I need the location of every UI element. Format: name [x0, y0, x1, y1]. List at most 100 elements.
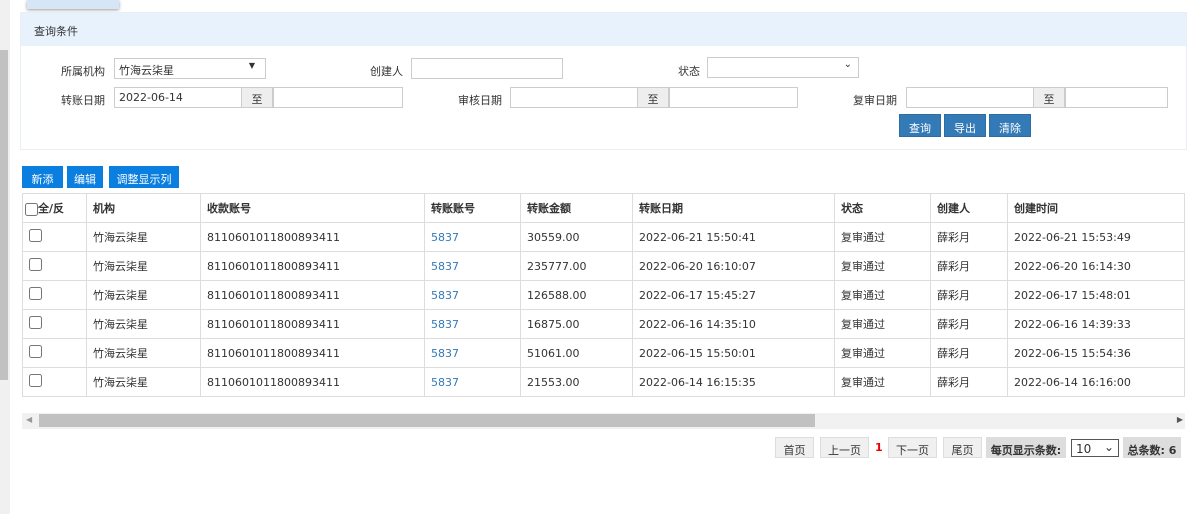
table-cell[interactable]: 5837 [424, 251, 521, 281]
column-header-label: 机构 [93, 202, 115, 215]
select-all-checkbox[interactable] [25, 202, 38, 216]
column-header-label: 收款账号 [207, 202, 251, 215]
transfer-date-to[interactable] [273, 87, 403, 108]
creator-label: 创建人 [370, 65, 403, 78]
recheck-date-label: 复审日期 [853, 94, 897, 107]
column-header-label: 转账日期 [639, 202, 683, 215]
top-tab[interactable] [27, 0, 119, 9]
checkbox-cell [22, 280, 87, 310]
table-cell: 16875.00 [520, 309, 633, 339]
table-cell: 复审通过 [834, 280, 931, 310]
table-cell: 竹海云柒星 [86, 367, 201, 397]
transfer-date-from[interactable]: 2022-06-14 [114, 87, 242, 108]
data-table: 全/反 机构 收款账号 转账账号 转账金额 转账日期 状态 创建人 创建时间 竹海云柒星 8110… [22, 193, 1185, 397]
table-cell: 竹海云柒星 [86, 309, 201, 339]
horizontal-scrollbar[interactable]: ◀ ▶ [22, 413, 1185, 429]
table-cell: 竹海云柒星 [86, 222, 201, 252]
to-label: 至 [241, 87, 273, 108]
row-checkbox[interactable] [29, 345, 42, 358]
table-row[interactable]: 竹海云柒星 8110601011800893411 5837 30559.00 2022… [22, 222, 1185, 252]
table-cell: 2022-06-16 14:39:33 [1007, 309, 1185, 339]
column-header: 状态 [834, 193, 931, 223]
column-header: 全/反 [22, 193, 87, 223]
scrollbar-thumb[interactable] [39, 414, 815, 427]
export-button[interactable]: 导出 [944, 114, 986, 137]
column-header-label: 创建人 [937, 202, 970, 215]
table-cell: 薛彩月 [930, 367, 1008, 397]
table-cell: 8110601011800893411 [200, 280, 425, 310]
table-cell: 2022-06-16 14:35:10 [632, 309, 835, 339]
column-header: 收款账号 [200, 193, 425, 223]
table-cell: 复审通过 [834, 367, 931, 397]
column-header: 机构 [86, 193, 201, 223]
per-page-select[interactable]: 10 ⌄ [1071, 439, 1119, 457]
table-cell: 2022-06-20 16:10:07 [632, 251, 835, 281]
table-cell[interactable]: 5837 [424, 338, 521, 368]
recheck-date-from[interactable] [906, 87, 1034, 108]
org-select[interactable]: 竹海云柒星 ▼ [114, 58, 266, 79]
review-date-to[interactable] [669, 87, 798, 108]
checkbox-cell [22, 309, 87, 339]
row-checkbox[interactable] [29, 258, 42, 271]
table-cell: 21553.00 [520, 367, 633, 397]
total-count: 总条数: 6 [1123, 437, 1181, 458]
creator-input[interactable] [411, 58, 563, 79]
column-header-label: 转账金额 [527, 202, 571, 215]
prev-page-button[interactable]: 上一页 [820, 437, 869, 458]
table-cell: 薛彩月 [930, 251, 1008, 281]
table-row[interactable]: 竹海云柒星 8110601011800893411 5837 21553.00 2022… [22, 367, 1185, 397]
table-cell[interactable]: 5837 [424, 309, 521, 339]
row-checkbox[interactable] [29, 229, 42, 242]
per-page-label: 每页显示条数: [986, 437, 1066, 458]
chevron-down-icon: ⌄ [843, 59, 852, 70]
row-checkbox[interactable] [29, 374, 42, 387]
query-panel-title: 查询条件 [21, 13, 1186, 46]
table-cell: 30559.00 [520, 222, 633, 252]
table-cell: 竹海云柒星 [86, 338, 201, 368]
table-cell[interactable]: 5837 [424, 367, 521, 397]
table-cell: 薛彩月 [930, 280, 1008, 310]
table-cell: 2022-06-21 15:50:41 [632, 222, 835, 252]
last-page-button[interactable]: 尾页 [943, 437, 982, 458]
table-cell: 8110601011800893411 [200, 251, 425, 281]
next-page-button[interactable]: 下一页 [888, 437, 937, 458]
org-value: 竹海云柒星 [119, 64, 174, 77]
table-row[interactable]: 竹海云柒星 8110601011800893411 5837 126588.00 202… [22, 280, 1185, 310]
checkbox-cell [22, 222, 87, 252]
table-cell: 薛彩月 [930, 222, 1008, 252]
status-select[interactable]: ⌄ [707, 57, 859, 78]
add-button[interactable]: 新添 [22, 166, 63, 188]
edit-button[interactable]: 编辑 [67, 166, 103, 188]
column-header: 转账账号 [424, 193, 521, 223]
adjust-columns-button[interactable]: 调整显示列 [109, 166, 179, 188]
table-cell[interactable]: 5837 [424, 222, 521, 252]
table-cell: 复审通过 [834, 251, 931, 281]
table-cell: 2022-06-17 15:45:27 [632, 280, 835, 310]
left-scrollbar-thumb[interactable] [0, 50, 8, 380]
transfer-date-label: 转账日期 [61, 94, 105, 107]
table-cell[interactable]: 5837 [424, 280, 521, 310]
search-button[interactable]: 查询 [899, 114, 941, 137]
clear-button[interactable]: 清除 [989, 114, 1031, 137]
table-cell: 2022-06-17 15:48:01 [1007, 280, 1185, 310]
table-row[interactable]: 竹海云柒星 8110601011800893411 5837 16875.00 2022… [22, 309, 1185, 339]
table-row[interactable]: 竹海云柒星 8110601011800893411 5837 235777.00 202… [22, 251, 1185, 281]
to-label: 至 [637, 87, 669, 108]
recheck-date-to[interactable] [1065, 87, 1168, 108]
chevron-down-icon: ⌄ [1103, 440, 1114, 454]
column-header-label: 全/反 [38, 202, 65, 215]
first-page-button[interactable]: 首页 [775, 437, 814, 458]
table-cell: 复审通过 [834, 338, 931, 368]
per-page-value: 10 [1076, 442, 1092, 456]
row-checkbox[interactable] [29, 316, 42, 329]
arrow-left-icon[interactable]: ◀ [26, 415, 32, 424]
table-cell: 8110601011800893411 [200, 367, 425, 397]
column-header: 创建时间 [1007, 193, 1185, 223]
row-checkbox[interactable] [29, 287, 42, 300]
current-page: 1 [875, 441, 883, 454]
table-row[interactable]: 竹海云柒星 8110601011800893411 5837 51061.00 2022… [22, 338, 1185, 368]
review-date-from[interactable] [510, 87, 638, 108]
review-date-label: 审核日期 [458, 94, 502, 107]
arrow-right-icon[interactable]: ▶ [1177, 415, 1183, 424]
column-header: 创建人 [930, 193, 1008, 223]
